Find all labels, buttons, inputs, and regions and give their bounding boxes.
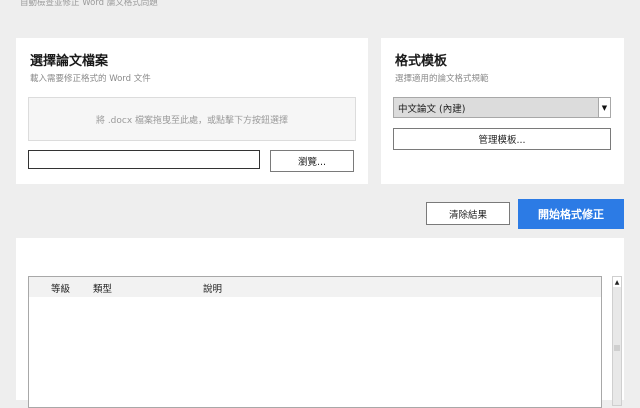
browse-button[interactable]: 瀏覽... xyxy=(270,150,354,172)
file-section-title: 選擇論文檔案 xyxy=(30,54,109,69)
template-section-title: 格式模板 xyxy=(395,54,448,69)
file-dropzone[interactable]: 將 .docx 檔案拖曳至此處，或點擊下方按鈕選擇 xyxy=(28,97,356,141)
template-card: 格式模板 選擇適用的論文格式規範 中文論文 (內建) ▼ 管理模板... xyxy=(381,38,624,184)
file-select-card: 選擇論文檔案 載入需要修正格式的 Word 文件 將 .docx 檔案拖曳至此處… xyxy=(16,38,368,184)
results-scrollbar[interactable]: ▲ xyxy=(612,276,622,406)
results-table[interactable]: 等級 類型 說明 xyxy=(28,276,602,408)
dropzone-text: 將 .docx 檔案拖曳至此處，或點擊下方按鈕選擇 xyxy=(95,115,289,126)
results-card: 等級 類型 說明 ▲ xyxy=(16,238,624,408)
chevron-down-icon[interactable]: ▼ xyxy=(598,98,610,117)
template-select[interactable]: 中文論文 (內建) ▼ xyxy=(393,97,611,118)
column-header-description[interactable]: 說明 xyxy=(203,281,222,295)
column-header-type[interactable]: 類型 xyxy=(93,281,112,295)
column-header-level[interactable]: 等級 xyxy=(51,281,70,295)
template-section-subtitle: 選擇適用的論文格式規範 xyxy=(395,74,489,84)
arrow-up-icon[interactable]: ▲ xyxy=(613,277,621,287)
app-subtitle: 自動檢查並修正 Word 論文格式問題 xyxy=(20,0,158,8)
results-table-header: 等級 類型 說明 xyxy=(29,277,601,297)
start-format-fix-button[interactable]: 開始格式修正 xyxy=(518,199,624,229)
file-section-subtitle: 載入需要修正格式的 Word 文件 xyxy=(30,74,151,84)
manage-templates-button[interactable]: 管理模板... xyxy=(393,128,611,150)
scrollbar-thumb[interactable] xyxy=(614,345,620,351)
template-select-value: 中文論文 (內建) xyxy=(398,103,466,115)
clear-results-button[interactable]: 清除結果 xyxy=(426,202,510,225)
file-path-input[interactable] xyxy=(28,150,260,169)
